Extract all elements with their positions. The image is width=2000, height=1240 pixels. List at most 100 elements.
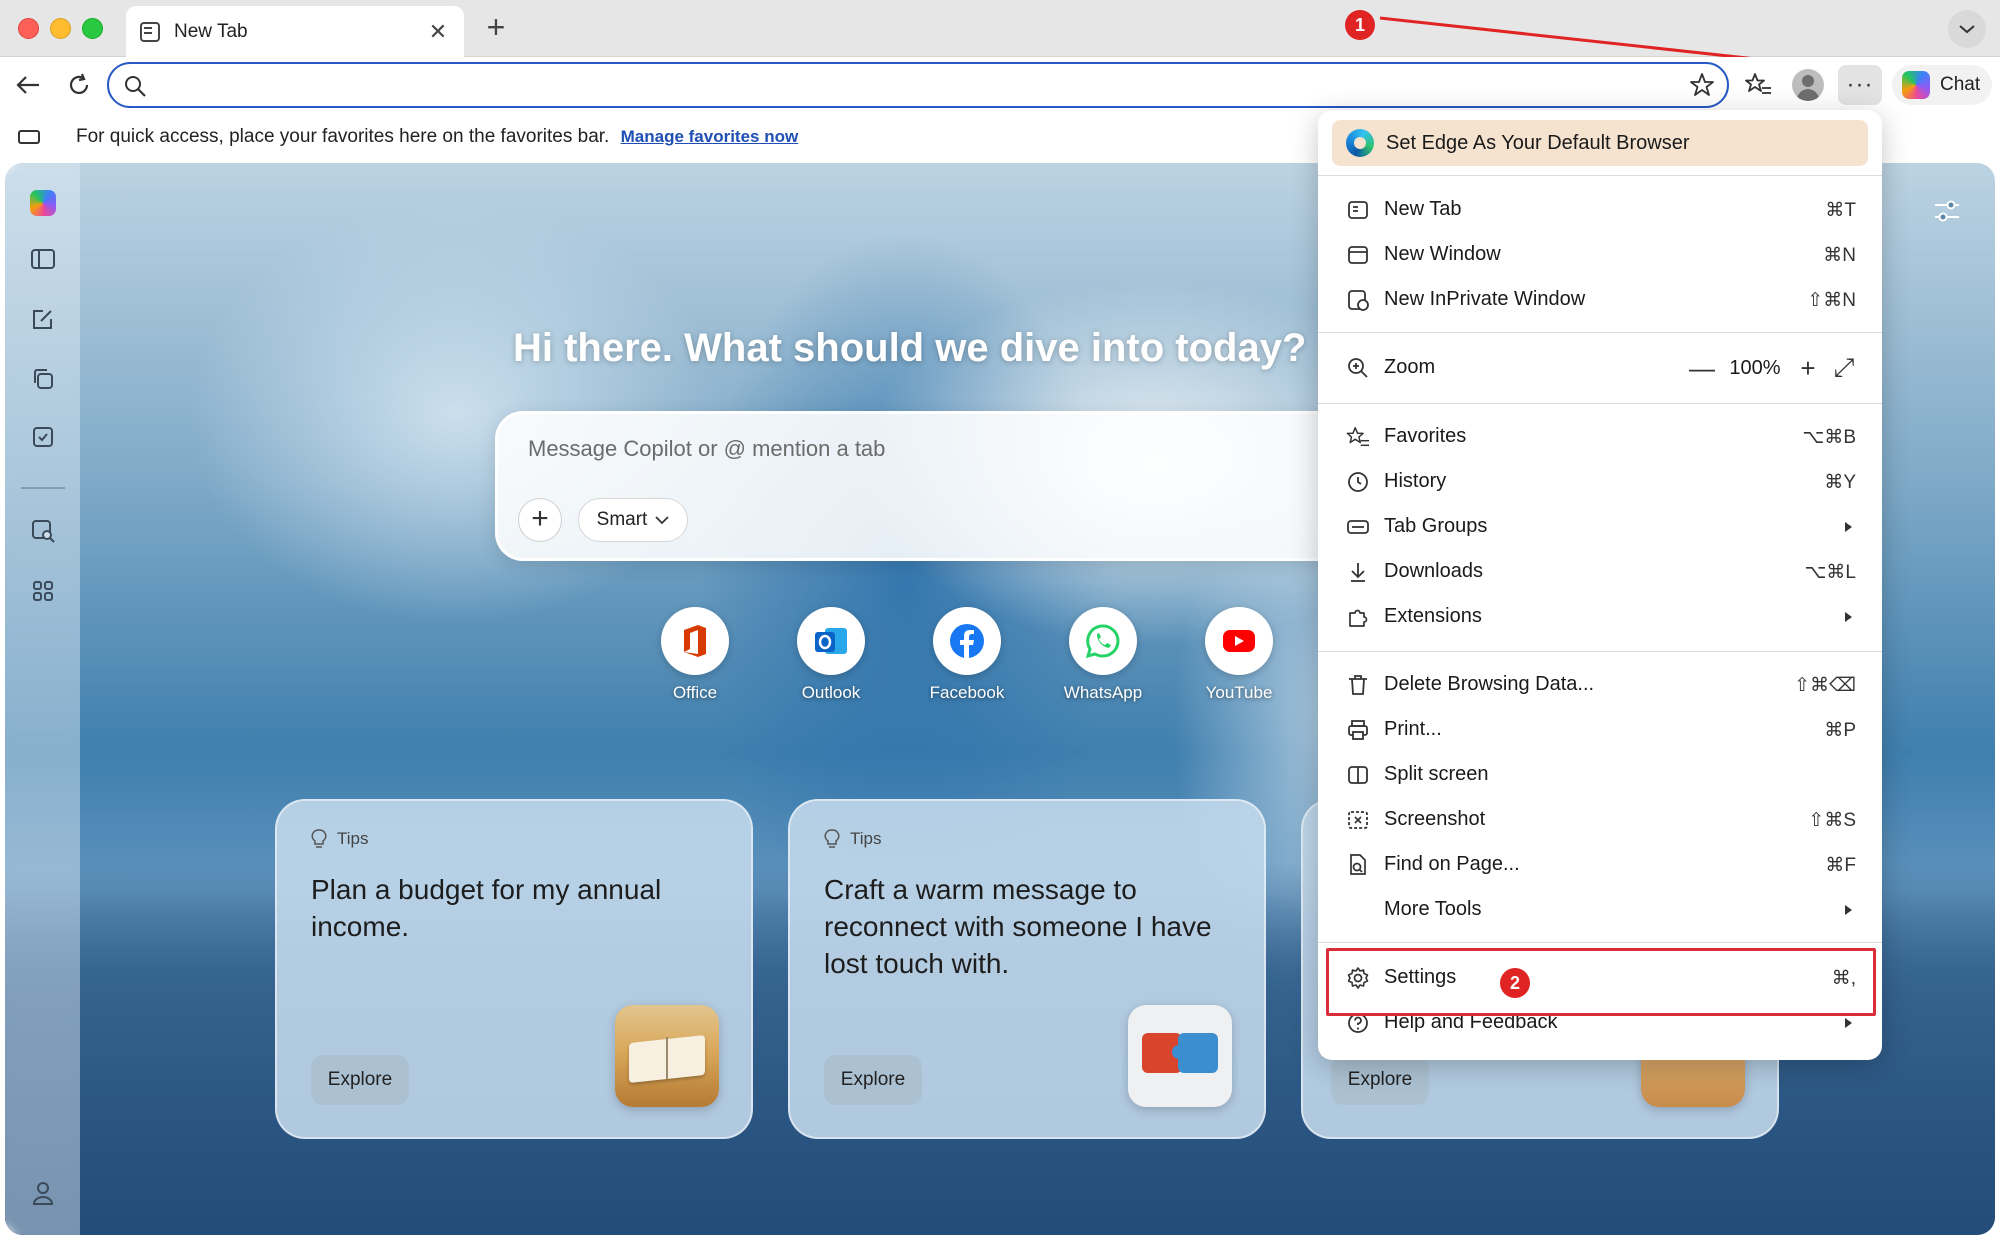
menu-item-label: New InPrivate Window <box>1384 288 1586 310</box>
favorites-list-icon[interactable] <box>1742 69 1774 101</box>
annotation-step-2-badge: 2 <box>1500 968 1530 998</box>
zoom-out-button[interactable]: — <box>1684 352 1720 384</box>
menu-item-label: Print... <box>1384 718 1442 740</box>
edge-logo-icon <box>1346 129 1374 157</box>
menu-item-find-on-page[interactable]: Find on Page... ⌘F <box>1318 843 1882 887</box>
puzzle-thumbnail-image <box>1128 1005 1232 1107</box>
menu-item-label: Downloads <box>1384 560 1483 582</box>
menu-item-label: Split screen <box>1384 763 1489 785</box>
menu-divider <box>1318 942 1882 943</box>
menu-item-new-inprivate-window[interactable]: New InPrivate Window ⇧⌘N <box>1318 278 1882 322</box>
menu-item-label: History <box>1384 470 1447 492</box>
zoom-in-button[interactable]: + <box>1790 352 1826 384</box>
menu-item-label: Extensions <box>1384 605 1482 627</box>
fullscreen-icon[interactable]: ⤢ <box>1826 352 1862 384</box>
menu-item-downloads[interactable]: Downloads ⌥⌘L <box>1318 550 1882 594</box>
menu-item-delete-browsing-data[interactable]: Delete Browsing Data... ⇧⌘⌫ <box>1318 663 1882 707</box>
copilot-sidebar-icon[interactable] <box>29 189 57 217</box>
screenshot-icon <box>1348 811 1368 829</box>
menu-item-shortcut: ⌘T <box>1825 200 1856 221</box>
settings-and-more-button[interactable]: ··· <box>1838 65 1882 105</box>
zoom-icon <box>1348 358 1368 378</box>
whatsapp-icon <box>1069 607 1137 675</box>
annotation-settings-highlight <box>1326 948 1876 1016</box>
toolbar: ··· Chat <box>0 57 2000 113</box>
quick-link-label: YouTube <box>1205 683 1273 702</box>
menu-item-history[interactable]: History ⌘Y <box>1318 460 1882 504</box>
card-title: Plan a budget for my annual income. <box>311 874 662 942</box>
search-icon <box>123 74 147 103</box>
menu-item-favorites[interactable]: Favorites ⌥⌘B <box>1318 415 1882 459</box>
menu-item-tab-groups[interactable]: Tab Groups <box>1318 505 1882 549</box>
copilot-chat-button[interactable]: Chat <box>1892 65 1992 105</box>
address-bar[interactable] <box>107 62 1729 108</box>
chat-label: Chat <box>1940 74 1981 95</box>
new-window-icon <box>1348 246 1368 264</box>
card-kicker: Tips <box>337 829 369 848</box>
lightbulb-icon <box>824 829 840 848</box>
print-icon <box>1348 720 1368 740</box>
manage-favorites-link[interactable]: Manage favorites now <box>621 127 799 146</box>
compose-icon[interactable] <box>29 305 57 333</box>
menu-item-shortcut: ⌘Y <box>1824 472 1856 493</box>
settings-and-more-menu: Set Edge As Your Default Browser New Tab… <box>1318 110 1882 1060</box>
quick-link-label: Facebook <box>929 683 1005 702</box>
back-arrow-icon[interactable] <box>12 69 44 101</box>
menu-divider <box>1318 175 1882 176</box>
apps-grid-icon[interactable] <box>29 577 57 605</box>
vertical-tabs-icon[interactable] <box>29 245 57 273</box>
quick-link-youtube[interactable]: YouTube <box>1189 607 1289 703</box>
menu-item-new-window[interactable]: New Window ⌘N <box>1318 233 1882 277</box>
add-favorite-star-icon[interactable] <box>1689 72 1715 103</box>
menu-item-label: Zoom <box>1384 356 1436 378</box>
composer-placeholder[interactable]: Message Copilot or @ mention a tab <box>528 436 885 462</box>
menu-item-more-tools[interactable]: More Tools <box>1318 888 1882 932</box>
smart-mode-dropdown[interactable]: Smart <box>578 498 688 542</box>
tip-card[interactable]: Tips Craft a warm message to reconnect w… <box>788 799 1266 1139</box>
quick-link-outlook[interactable]: Outlook <box>781 607 881 703</box>
menu-item-print[interactable]: Print... ⌘P <box>1318 708 1882 752</box>
tasks-icon[interactable] <box>29 423 57 451</box>
tip-card[interactable]: Tips Plan a budget for my annual income.… <box>275 799 753 1139</box>
menu-item-label: Favorites <box>1384 425 1467 447</box>
menu-item-label: Tab Groups <box>1384 515 1488 537</box>
composer-add-button[interactable]: + <box>518 498 562 542</box>
quick-link-whatsapp[interactable]: WhatsApp <box>1053 607 1153 703</box>
menu-item-split-screen[interactable]: Split screen <box>1318 753 1882 797</box>
menu-item-new-tab[interactable]: New Tab ⌘T <box>1318 188 1882 232</box>
image-search-icon[interactable] <box>29 517 57 545</box>
menu-item-shortcut: ⌥⌘B <box>1802 427 1856 448</box>
account-icon[interactable] <box>29 1179 57 1207</box>
quick-link-label: WhatsApp <box>1063 683 1143 702</box>
profile-avatar[interactable] <box>1792 69 1824 101</box>
quick-link-label: Office <box>672 683 718 702</box>
split-screen-icon <box>1348 766 1368 784</box>
page-settings-sliders-icon[interactable] <box>1933 199 1961 228</box>
office-icon <box>661 607 729 675</box>
quick-link-office[interactable]: Office <box>645 607 745 703</box>
quick-link-facebook[interactable]: Facebook <box>917 607 1017 703</box>
explore-button[interactable]: Explore <box>311 1055 409 1105</box>
menu-item-screenshot[interactable]: Screenshot ⇧⌘S <box>1318 798 1882 842</box>
card-title: Craft a warm message to reconnect with s… <box>824 874 1212 979</box>
refresh-icon[interactable] <box>63 69 95 101</box>
quick-link-label: Outlook <box>801 683 861 702</box>
menu-item-shortcut: ⌘N <box>1823 245 1856 266</box>
address-input[interactable] <box>161 70 1661 100</box>
menu-divider <box>1318 651 1882 652</box>
collections-icon[interactable] <box>29 365 57 393</box>
youtube-icon <box>1205 607 1273 675</box>
menu-item-shortcut: ⇧⌘⌫ <box>1794 675 1856 696</box>
trash-icon <box>1349 675 1367 695</box>
explore-button[interactable]: Explore <box>1331 1055 1429 1105</box>
copilot-composer[interactable]: Message Copilot or @ mention a tab + Sma… <box>495 411 1375 561</box>
menu-divider <box>1318 332 1882 333</box>
copilot-logo-icon <box>1902 71 1930 99</box>
facebook-icon <box>933 607 1001 675</box>
menu-item-extensions[interactable]: Extensions <box>1318 595 1882 639</box>
outlook-icon <box>797 607 865 675</box>
menu-item-shortcut: ⇧⌘N <box>1807 290 1856 311</box>
set-default-browser-banner[interactable]: Set Edge As Your Default Browser <box>1332 120 1868 166</box>
menu-item-label: Find on Page... <box>1384 853 1520 875</box>
explore-button[interactable]: Explore <box>824 1055 922 1105</box>
